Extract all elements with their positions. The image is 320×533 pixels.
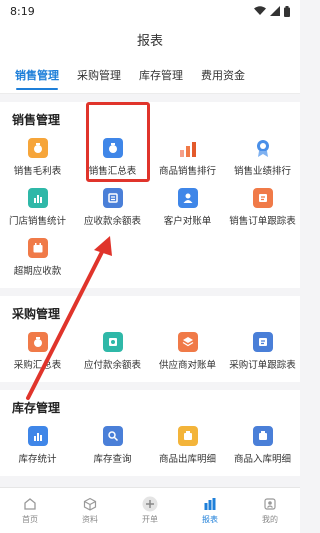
status-bar: 8:19 [0, 0, 300, 22]
bottom-nav: 首页 资料 开单 报表 我的 [0, 487, 300, 533]
report-item[interactable]: 应收款余额表 [75, 182, 150, 232]
customer-icon [177, 187, 198, 208]
report-item[interactable]: 库存统计 [0, 420, 75, 470]
inventory-report-grid: 库存统计 库存查询 商品出库明细 商品入库明细 [0, 420, 300, 476]
report-label: 商品入库明细 [233, 453, 291, 465]
section-title: 库存管理 [12, 401, 61, 415]
plus-icon [142, 496, 158, 512]
page-title: 报表 [136, 33, 163, 49]
report-item[interactable]: 供应商对账单 [150, 326, 225, 376]
tab-inventory[interactable]: 库存管理 [130, 56, 192, 94]
nav-label: 报表 [202, 515, 218, 524]
calendar-icon [27, 237, 48, 258]
report-item[interactable]: 销售订单跟踪表 [225, 182, 300, 232]
layers-icon [177, 331, 198, 352]
report-label: 销售业绩排行 [233, 165, 291, 177]
tab-purchase[interactable]: 采购管理 [68, 56, 130, 94]
profile-icon [262, 496, 278, 512]
nav-profile[interactable]: 我的 [240, 488, 300, 533]
category-tabs: 销售管理 采购管理 库存管理 费用资金 [0, 56, 300, 94]
report-label: 门店销售统计 [8, 215, 66, 227]
report-item[interactable]: 采购订单跟踪表 [225, 326, 300, 376]
tab-expense-funds[interactable]: 费用资金 [192, 56, 254, 94]
store-chart-icon [27, 187, 48, 208]
nav-create-order[interactable]: 开单 [120, 488, 180, 533]
outbound-box-icon [177, 425, 198, 446]
nav-label: 资料 [82, 515, 98, 524]
report-icon [202, 496, 218, 512]
report-item[interactable]: 商品出库明细 [150, 420, 225, 470]
order-track-icon [252, 187, 273, 208]
nav-home[interactable]: 首页 [0, 488, 60, 533]
report-item[interactable]: 采购汇总表 [0, 326, 75, 376]
report-item[interactable]: 商品入库明细 [225, 420, 300, 470]
nav-label: 首页 [22, 515, 38, 524]
nav-label: 开单 [142, 515, 158, 524]
medal-icon [253, 138, 273, 158]
report-item[interactable]: 超期应收款 [0, 232, 75, 282]
screen: 8:19 报表 销售管理 采购管理 库存管理 费用资金 销售管理 销售毛利表 销… [0, 0, 300, 533]
nav-reports[interactable]: 报表 [180, 488, 240, 533]
bar-chart-up-icon [178, 138, 198, 158]
report-label: 应付款余额表 [83, 359, 141, 371]
report-label: 采购汇总表 [13, 359, 62, 371]
report-label: 应收款余额表 [83, 215, 141, 227]
cube-icon [82, 496, 98, 512]
sales-section: 销售管理 销售毛利表 销售汇总表 商品销售排行 销售业绩排行 门店销售统计 应收… [0, 102, 300, 288]
purchase-report-grid: 采购汇总表 应付款余额表 供应商对账单 采购订单跟踪表 [0, 326, 300, 382]
report-label: 采购订单跟踪表 [229, 359, 296, 371]
report-item[interactable]: 销售毛利表 [0, 132, 75, 182]
inventory-section: 库存管理 库存统计 库存查询 商品出库明细 商品入库明细 [0, 390, 300, 476]
nav-label: 我的 [262, 515, 278, 524]
report-label: 商品出库明细 [158, 453, 216, 465]
report-label: 销售订单跟踪表 [229, 215, 296, 227]
purchase-section: 采购管理 采购汇总表 应付款余额表 供应商对账单 采购订单跟踪表 [0, 296, 300, 382]
report-label: 客户对账单 [163, 215, 212, 227]
battery-icon [284, 5, 290, 17]
order-track-icon [252, 331, 273, 352]
report-label: 商品销售排行 [158, 165, 216, 177]
sales-report-grid: 销售毛利表 销售汇总表 商品销售排行 销售业绩排行 门店销售统计 应收款余额表 [0, 132, 300, 288]
report-item[interactable]: 库存查询 [75, 420, 150, 470]
report-label: 供应商对账单 [158, 359, 216, 371]
home-icon [22, 496, 38, 512]
report-item[interactable]: 门店销售统计 [0, 182, 75, 232]
report-label: 超期应收款 [13, 265, 62, 277]
money-bag-icon [27, 137, 48, 158]
report-item[interactable]: 应付款余额表 [75, 326, 150, 376]
bar-chart-icon [27, 425, 48, 446]
report-label: 销售毛利表 [13, 165, 62, 177]
wifi-icon [254, 6, 266, 15]
section-title: 销售管理 [12, 113, 61, 127]
section-title: 采购管理 [12, 307, 61, 321]
highlight-box [86, 102, 150, 182]
purchase-bag-icon [27, 331, 48, 352]
report-item[interactable]: 客户对账单 [150, 182, 225, 232]
payable-icon [102, 331, 123, 352]
status-time: 8:19 [10, 4, 35, 18]
receivable-icon [102, 187, 123, 208]
inbound-box-icon [252, 425, 273, 446]
report-label: 库存统计 [18, 453, 57, 465]
report-label: 库存查询 [93, 453, 132, 465]
tab-sales[interactable]: 销售管理 [6, 56, 68, 94]
status-icons [254, 5, 290, 17]
signal-icon [270, 6, 280, 16]
nav-data[interactable]: 资料 [60, 488, 120, 533]
title-bar: 报表 [0, 22, 300, 56]
report-item[interactable]: 销售业绩排行 [225, 132, 300, 182]
report-item[interactable]: 商品销售排行 [150, 132, 225, 182]
search-doc-icon [102, 425, 123, 446]
